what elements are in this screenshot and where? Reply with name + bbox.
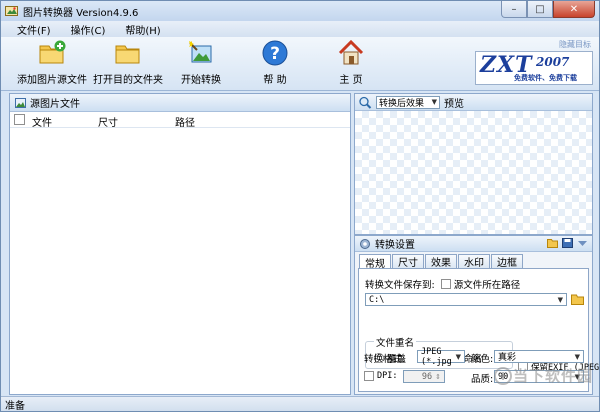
menu-file[interactable]: 文件(F) xyxy=(7,22,61,37)
source-files-panel: 源图片文件 文件 尺寸 路径 xyxy=(9,93,351,395)
dpi-label: DPI: xyxy=(377,371,398,381)
color-label: 颜色: xyxy=(471,354,494,365)
file-table-header: 文件 尺寸 路径 xyxy=(10,112,350,129)
toolbar: 添加图片源文件 打开目的文件夹 开始转换 ? 帮 助 主 页 隐藏目标 ZXT … xyxy=(1,37,599,91)
svg-text:?: ? xyxy=(270,44,280,64)
format-value: JPEG (*.jpg xyxy=(421,346,452,367)
preview-mode-select[interactable]: 转换后效果 ▼ xyxy=(376,95,440,109)
color-value: 真彩 xyxy=(498,353,517,363)
zxt-logo[interactable]: ZXT 2007 免费软件、免费下载 xyxy=(475,51,593,85)
app-icon xyxy=(5,6,18,16)
collapse-arrow-icon[interactable] xyxy=(577,238,588,248)
save-path-value: C:\ xyxy=(369,294,385,305)
preview-panel: 转换后效果 ▼ 预览 xyxy=(354,93,593,235)
start-convert-label: 开始转换 xyxy=(181,75,221,86)
tab-size[interactable]: 尺寸 xyxy=(392,254,424,269)
preview-label: 预览 xyxy=(444,98,464,110)
dpi-checkbox[interactable] xyxy=(364,371,374,381)
chevron-down-icon: ▼ xyxy=(431,98,437,106)
format-select[interactable]: JPEG (*.jpg ▼ xyxy=(417,347,465,367)
folder-icon xyxy=(115,45,140,64)
chevron-down-icon: ▼ xyxy=(455,352,461,361)
help-button[interactable]: ? 帮 助 xyxy=(261,39,289,86)
start-convert-button[interactable]: 开始转换 xyxy=(181,39,221,86)
settings-tabs: 常规 尺寸 效果 水印 边框 xyxy=(355,252,592,270)
watermark-logo-icon xyxy=(493,366,512,385)
open-target-folder-button[interactable]: 打开目的文件夹 xyxy=(93,39,163,86)
magic-picture-icon xyxy=(189,41,212,63)
dpi-spinner[interactable]: 96 ⇕ xyxy=(403,370,445,383)
status-bar: 准备 xyxy=(1,396,599,412)
watermark-text: 当下软件园 xyxy=(512,367,593,385)
format-label: 转换格式: xyxy=(364,354,406,365)
menu-operate[interactable]: 操作(C) xyxy=(61,22,116,37)
menu-help[interactable]: 帮助(H) xyxy=(115,22,170,37)
settings-title: 转换设置 xyxy=(375,240,415,251)
logo-year: 2007 xyxy=(536,55,570,69)
help-label: 帮 助 xyxy=(263,75,287,86)
image-list-icon xyxy=(15,97,26,108)
menu-bar: 文件(F) 操作(C) 帮助(H) xyxy=(1,21,599,37)
preview-header: 转换后效果 ▼ 预览 xyxy=(355,94,592,111)
save-to-row: 转换文件保存到: 源文件所在路径 xyxy=(365,277,520,291)
close-button[interactable]: ✕ xyxy=(553,1,595,18)
select-all-checkbox[interactable] xyxy=(14,114,25,125)
window-title: 图片转换器 Version4.9.6 xyxy=(23,8,139,19)
source-path-checkbox[interactable] xyxy=(440,279,451,289)
quality-label: 品质: xyxy=(471,374,494,385)
home-button[interactable]: 主 页 xyxy=(337,39,365,86)
preview-canvas xyxy=(355,111,592,234)
chevron-down-icon: ▼ xyxy=(574,352,580,361)
tab-watermark[interactable]: 水印 xyxy=(458,254,490,269)
title-bar: 图片转换器 Version4.9.6 – □ ✕ xyxy=(1,1,599,21)
rename-group-title: 文件重名 xyxy=(374,335,417,349)
preview-mode-value: 转换后效果 xyxy=(379,98,425,109)
maximize-button[interactable]: □ xyxy=(527,1,553,18)
save-icon[interactable] xyxy=(562,238,573,248)
gear-icon xyxy=(360,238,370,249)
dpi-value: 96 xyxy=(421,371,433,382)
minimize-button[interactable]: – xyxy=(501,1,527,18)
dpi-option[interactable]: DPI: xyxy=(364,371,397,381)
save-to-label: 转换文件保存到: xyxy=(365,280,435,291)
column-file[interactable]: 文件 xyxy=(32,114,52,129)
add-source-button[interactable]: 添加图片源文件 xyxy=(17,39,87,86)
format-row: 转换格式: xyxy=(364,351,405,365)
file-list-area[interactable] xyxy=(10,129,350,394)
status-text: 准备 xyxy=(5,400,25,412)
open-target-label: 打开目的文件夹 xyxy=(93,75,163,86)
home-label: 主 页 xyxy=(339,75,363,86)
tab-border[interactable]: 边框 xyxy=(491,254,523,269)
save-path-select[interactable]: C:\ ▼ xyxy=(365,293,567,306)
source-path-label: 源文件所在路径 xyxy=(453,280,521,291)
spinner-arrows-icon: ⇕ xyxy=(435,372,441,381)
tab-general[interactable]: 常规 xyxy=(359,254,391,270)
chevron-down-icon: ▼ xyxy=(557,295,563,304)
folder-add-icon xyxy=(39,40,66,64)
app-window: 图片转换器 Version4.9.6 – □ ✕ 文件(F) 操作(C) 帮助(… xyxy=(0,0,600,412)
source-files-header: 源图片文件 xyxy=(10,94,350,112)
home-icon xyxy=(338,39,364,65)
open-folder-icon[interactable] xyxy=(547,238,558,248)
logo-slogan: 免费软件、免费下载 xyxy=(514,74,577,82)
tab-effect[interactable]: 效果 xyxy=(425,254,457,269)
zoom-icon xyxy=(359,96,372,109)
source-files-title: 源图片文件 xyxy=(30,99,80,110)
browse-folder-icon[interactable] xyxy=(571,293,584,305)
column-path[interactable]: 路径 xyxy=(175,114,195,129)
settings-header: 转换设置 xyxy=(355,236,592,252)
hide-target-link[interactable]: 隐藏目标 xyxy=(559,39,591,50)
site-watermark: 当下软件园 xyxy=(493,365,593,386)
color-select[interactable]: 真彩 ▼ xyxy=(494,350,584,363)
column-size[interactable]: 尺寸 xyxy=(98,114,118,129)
add-source-label: 添加图片源文件 xyxy=(17,75,87,86)
help-icon: ? xyxy=(262,40,288,66)
